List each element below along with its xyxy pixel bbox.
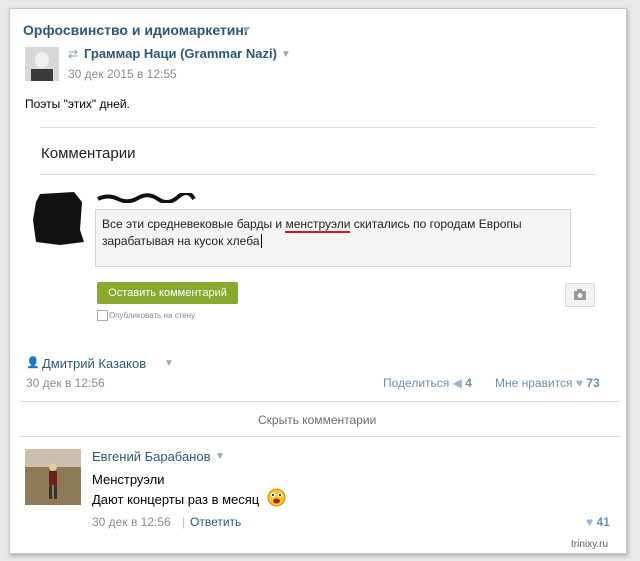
heart-icon: ♥ <box>586 515 594 529</box>
divider <box>40 174 596 175</box>
draft-line-2: зарабатывая на кусок хлеба <box>102 234 260 248</box>
divider <box>20 436 620 437</box>
post-date[interactable]: 30 дек 2015 в 12:55 <box>68 67 177 81</box>
attach-photo-button[interactable] <box>565 283 595 307</box>
reply-date[interactable]: 30 дек в 12:56 <box>92 515 171 529</box>
reply-like-count: 41 <box>596 515 610 529</box>
publish-checkbox[interactable] <box>97 310 108 321</box>
hide-comments-link[interactable]: Скрыть комментарии <box>258 413 376 427</box>
draft-text-start: Все эти средневековые барды и <box>102 217 286 231</box>
group-title[interactable]: Орфосвинство и идиомаркетинг <box>23 22 250 38</box>
like-button[interactable]: Мне нравится ♥ 73 <box>495 376 600 390</box>
text-cursor <box>260 234 265 248</box>
divider <box>20 401 620 402</box>
repost-icon: ⇄ <box>68 47 79 61</box>
like-count: 73 <box>586 376 600 390</box>
chevron-down-icon[interactable]: ▼ <box>281 49 291 60</box>
chevron-down-icon[interactable]: ▼ <box>215 451 225 462</box>
share-button[interactable]: Поделиться ◀ 4 <box>383 376 472 390</box>
heart-icon: ♥ <box>575 376 584 390</box>
chevron-down-icon[interactable]: ▼ <box>164 358 174 369</box>
repost-user[interactable]: Дмитрий Казаков <box>42 356 146 371</box>
publish-label[interactable]: Опубликовать на стену <box>109 311 195 320</box>
post-author[interactable]: Граммар Наци (Grammar Nazi) <box>84 46 277 61</box>
share-count: 4 <box>465 376 472 390</box>
reply-separator: | <box>182 515 186 529</box>
draft-text-end: скитались по городам Европы <box>350 217 522 231</box>
reply-line-1: Менструэли <box>92 472 165 487</box>
person-icon: 👤 <box>26 357 40 369</box>
post-text: Поэты "этих" дней. <box>25 97 130 111</box>
comment-draft[interactable]: Все эти средневековые барды и менструэли… <box>102 216 522 250</box>
author-avatar[interactable] <box>25 47 59 81</box>
misspelled-word: менструэли <box>285 217 351 233</box>
megaphone-icon: ◀ <box>452 376 462 390</box>
censored-name <box>97 193 196 203</box>
reply-line-2: Дают концерты раз в месяц <box>92 492 260 507</box>
divider <box>40 127 596 128</box>
like-label: Мне нравится <box>495 376 573 390</box>
repost-date[interactable]: 30 дек в 12:56 <box>26 376 105 390</box>
comments-heading: Комментарии <box>41 145 136 162</box>
censored-avatar <box>33 192 84 245</box>
chevron-down-icon[interactable]: ▼ <box>241 25 251 36</box>
submit-comment-button[interactable]: Оставить комментарий <box>97 282 238 304</box>
reply-photo <box>25 449 81 505</box>
reply-user[interactable]: Евгений Барабанов <box>92 449 211 464</box>
reply-avatar[interactable] <box>25 449 81 505</box>
reply-button[interactable]: Ответить <box>190 515 241 529</box>
surprised-emoji-icon <box>267 488 286 507</box>
share-label: Поделиться <box>383 376 450 390</box>
reply-like-button[interactable]: ♥ 41 <box>586 515 610 529</box>
watermark: trinixy.ru <box>571 539 609 550</box>
camera-icon <box>574 289 586 300</box>
author-photo <box>25 47 59 81</box>
